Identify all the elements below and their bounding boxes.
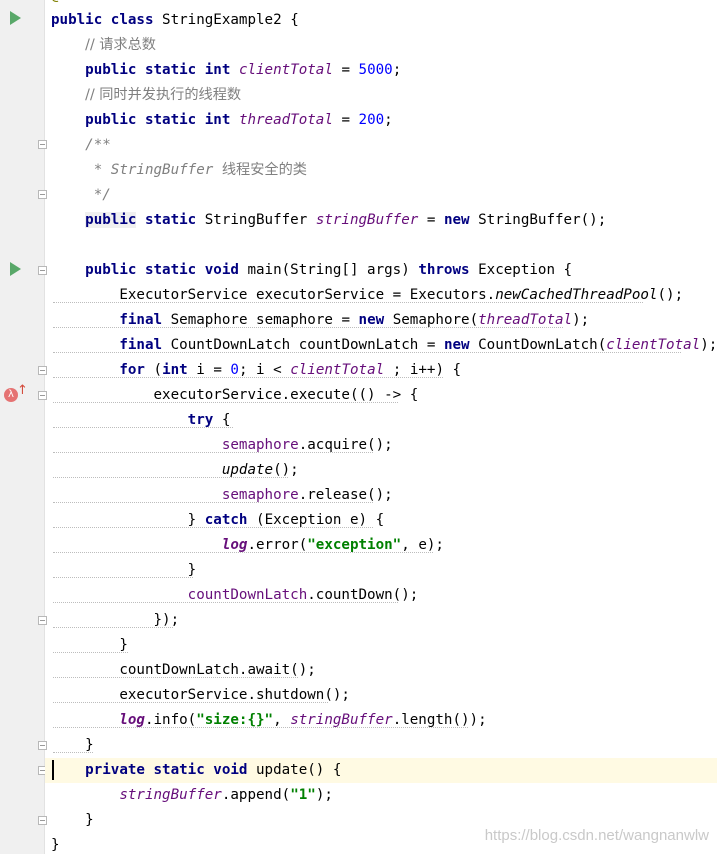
run-class-icon[interactable] — [10, 11, 21, 25]
code-line-31-current: private static void update() { — [45, 758, 717, 783]
code-line-5: public static int threadTotal = 200; — [85, 112, 393, 128]
code-line-29: log.info("size:{}", stringBuffer.length(… — [119, 712, 487, 728]
code-line-26: } — [119, 637, 128, 653]
code-line-1: public class StringExample2 { — [51, 12, 299, 28]
hint-underline — [53, 602, 398, 603]
code-line-25: }); — [153, 612, 180, 628]
hint-underline — [53, 702, 328, 703]
code-line-17: try { — [187, 412, 231, 428]
hint-underline — [53, 677, 298, 678]
code-line-32: stringBuffer.append("1"); — [119, 787, 333, 803]
code-line-20: semaphore.release(); — [221, 487, 393, 503]
editor-gutter: λ ↑ — [0, 0, 47, 854]
code-line-14: final CountDownLatch countDownLatch = ne… — [119, 337, 717, 353]
code-editor[interactable]: @ThreadSafe public class StringExample2 … — [45, 0, 717, 854]
code-line-21: } catch (Exception e) { — [187, 512, 385, 528]
code-line-24: countDownLatch.countDown(); — [187, 587, 419, 603]
hint-underline — [53, 502, 373, 503]
text-caret — [52, 760, 54, 780]
code-line-11: public static void main(String[] args) t… — [85, 262, 573, 278]
run-main-icon[interactable] — [10, 262, 21, 276]
hint-underline — [53, 552, 433, 553]
code-line-27: countDownLatch.await(); — [119, 662, 316, 678]
code-line-13: final Semaphore semaphore = new Semaphor… — [119, 312, 590, 328]
code-line-12: ExecutorService executorService = Execut… — [119, 287, 684, 303]
hint-underline — [53, 752, 93, 753]
hint-underline — [53, 727, 468, 728]
hint-underline — [53, 352, 681, 353]
code-line-19: update(); — [221, 462, 299, 478]
watermark-text: https://blog.csdn.net/wangnanwlw — [484, 827, 709, 844]
code-line-22: log.error("exception", e); — [221, 537, 444, 553]
lambda-icon[interactable]: λ — [4, 388, 18, 402]
code-line-8: */ — [93, 187, 111, 203]
code-line-16: executorService.execute(() -> { — [153, 387, 419, 403]
code-line-6: /** — [85, 137, 111, 153]
hint-underline — [53, 527, 373, 528]
hint-underline — [53, 577, 193, 578]
hint-underline — [53, 402, 398, 403]
hint-underline — [53, 627, 173, 628]
code-line-4: // 同时并发执行的线程数 — [85, 87, 242, 103]
hint-underline — [53, 477, 288, 478]
code-line-7: * StringBuffer 线程安全的类 — [93, 162, 307, 178]
code-line-9: public static StringBuffer stringBuffer … — [85, 212, 607, 228]
code-line-3: public static int clientTotal = 5000; — [85, 62, 402, 78]
hint-underline — [53, 452, 373, 453]
code-line-2: // 请求总数 — [85, 37, 156, 53]
code-line-18: semaphore.acquire(); — [221, 437, 393, 453]
recursive-call-arrow-icon: ↑ — [17, 383, 28, 398]
code-line-15: for (int i = 0; i < clientTotal ; i++) { — [119, 362, 462, 378]
hint-underline — [53, 377, 443, 378]
hint-underline — [53, 302, 643, 303]
code-line-30: } — [85, 737, 94, 753]
code-line-23: } — [187, 562, 197, 578]
code-line-28: executorService.shutdown(); — [119, 687, 350, 703]
hint-underline — [53, 427, 233, 428]
hint-underline — [53, 327, 563, 328]
hint-underline — [53, 652, 128, 653]
